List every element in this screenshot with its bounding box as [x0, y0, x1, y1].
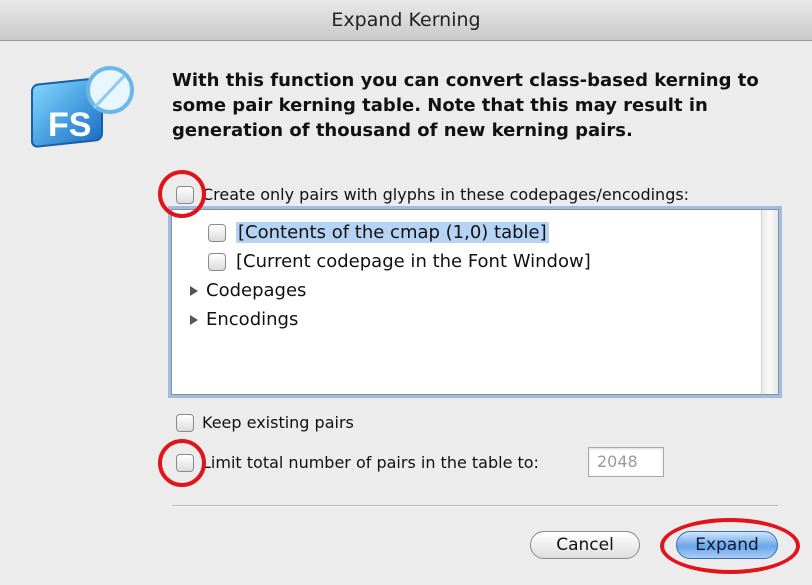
list-scrollbar[interactable]: [761, 210, 778, 394]
window-title: Expand Kerning: [0, 0, 812, 41]
list-group-encodings[interactable]: Encodings: [190, 309, 298, 330]
logo-text: FS: [48, 106, 91, 144]
keep-existing-checkbox[interactable]: [176, 413, 194, 432]
list-group-label: Encodings: [206, 309, 299, 330]
limit-pairs-row[interactable]: Limit total number of pairs in the table…: [176, 453, 539, 472]
list-item[interactable]: [Current codepage in the Font Window]: [208, 251, 591, 272]
codepage-list[interactable]: [Contents of the cmap (1,0) table] [Curr…: [171, 209, 779, 395]
list-group-codepages[interactable]: Codepages: [190, 280, 306, 301]
list-item[interactable]: [Contents of the cmap (1,0) table]: [208, 222, 549, 243]
separator: [172, 505, 778, 507]
cancel-button[interactable]: Cancel: [530, 531, 640, 559]
codepages-checkbox-label: Create only pairs with glyphs in these c…: [202, 185, 690, 204]
disclosure-triangle-icon[interactable]: [190, 314, 198, 325]
list-item-checkbox[interactable]: [208, 223, 226, 242]
codepages-checkbox[interactable]: [176, 185, 194, 204]
limit-pairs-checkbox[interactable]: [176, 453, 194, 472]
list-item-label: [Contents of the cmap (1,0) table]: [236, 222, 549, 243]
disclosure-triangle-icon[interactable]: [190, 285, 198, 296]
limit-pairs-input[interactable]: 2048: [588, 447, 664, 477]
codepages-checkbox-row[interactable]: Create only pairs with glyphs in these c…: [176, 185, 689, 204]
list-group-label: Codepages: [206, 280, 307, 301]
fontstudio-logo-icon: FS: [31, 66, 134, 148]
expand-button[interactable]: Expand: [676, 531, 778, 559]
intro-text: With this function you can convert class…: [172, 70, 759, 141]
list-item-label: [Current codepage in the Font Window]: [236, 251, 591, 272]
keep-existing-label: Keep existing pairs: [202, 413, 354, 432]
list-item-checkbox[interactable]: [208, 252, 226, 271]
keep-existing-row[interactable]: Keep existing pairs: [176, 413, 354, 432]
limit-pairs-label: Limit total number of pairs in the table…: [202, 453, 539, 472]
